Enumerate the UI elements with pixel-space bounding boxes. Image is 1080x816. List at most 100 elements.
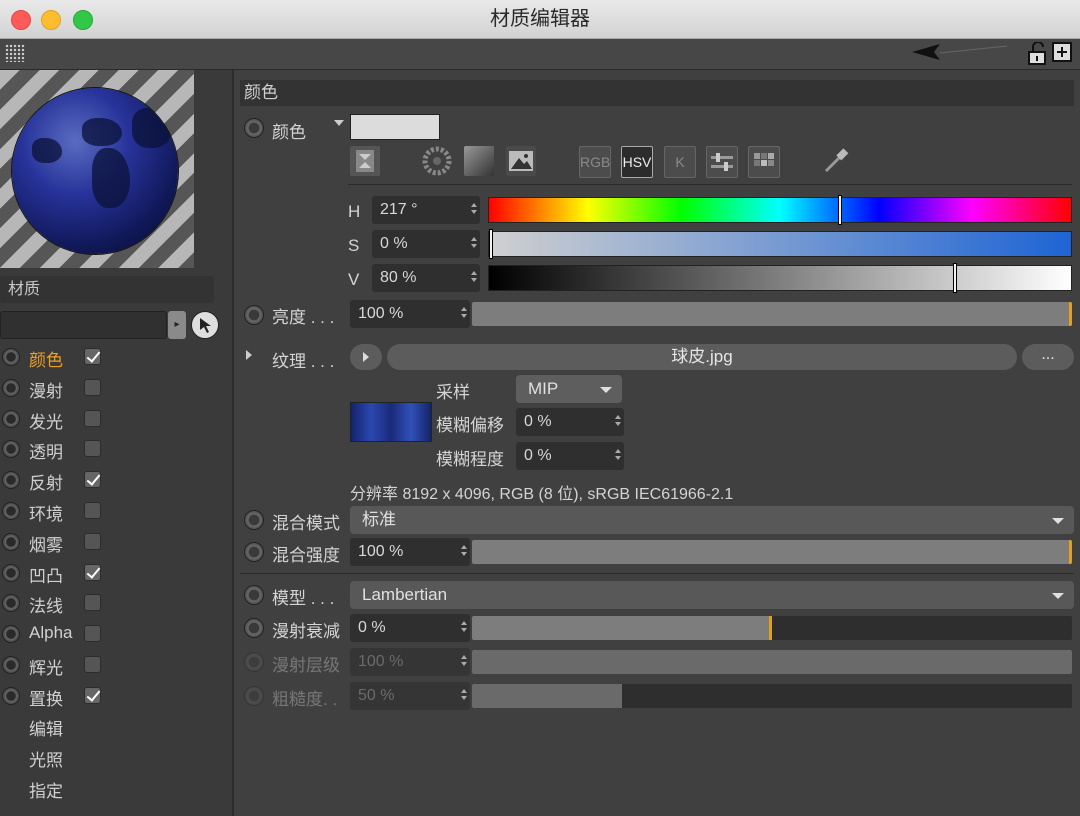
eyedropper-icon[interactable] (821, 146, 851, 176)
h-label: H (348, 202, 361, 221)
channel-item[interactable]: 环境 (0, 497, 232, 525)
channel-radio[interactable] (2, 656, 20, 674)
channel-item[interactable]: 透明 (0, 435, 232, 463)
mix-mode-dropdown[interactable]: 标准 (350, 506, 1074, 534)
texture-browse-button[interactable]: ... (1022, 344, 1074, 370)
channel-checkbox[interactable] (84, 471, 101, 489)
material-name-label: 材质 (0, 276, 214, 303)
texture-file-button[interactable]: 球皮.jpg (387, 344, 1017, 370)
channel-checkbox[interactable] (84, 625, 101, 643)
model-radio[interactable] (244, 585, 264, 605)
channel-item[interactable]: 凹凸 (0, 559, 232, 587)
channel-item[interactable]: 法线 (0, 589, 232, 617)
blur-offset-field[interactable]: 0 % (516, 408, 624, 436)
texture-label: 纹理 . . . (272, 352, 335, 371)
material-filter-input[interactable] (0, 311, 167, 339)
hue-slider-knob[interactable] (837, 195, 842, 225)
hue-slider[interactable] (488, 195, 1072, 225)
s-value-field[interactable]: 0 % (372, 230, 480, 258)
channel-checkbox[interactable] (84, 686, 101, 704)
channel-item[interactable]: 颜色 (0, 343, 232, 371)
color-radio[interactable] (244, 118, 264, 138)
back-arrow-icon[interactable] (912, 44, 1012, 64)
diffuse-falloff-field[interactable]: 0 % (350, 614, 470, 642)
channel-item[interactable]: 反射 (0, 466, 232, 494)
h-value-field[interactable]: 217 ° (372, 196, 480, 224)
rgb-mode-button[interactable]: RGB (579, 146, 611, 178)
gradient-square-icon[interactable] (464, 146, 494, 176)
unlock-icon[interactable] (1026, 42, 1048, 66)
diffuse-falloff-label: 漫射衰减 (272, 622, 340, 641)
sidebar-extra-edit[interactable]: 编辑 (29, 715, 63, 740)
channel-radio[interactable] (2, 686, 20, 705)
channel-checkbox[interactable] (84, 502, 101, 519)
saturation-slider-knob[interactable] (489, 229, 493, 259)
channel-radio[interactable] (2, 563, 20, 582)
channel-item[interactable]: 置换 (0, 682, 232, 710)
channel-item[interactable]: 漫射 (0, 374, 232, 402)
v-value-field[interactable]: 80 % (372, 264, 480, 292)
diffuse-falloff-slider[interactable] (472, 616, 1072, 640)
channel-checkbox[interactable] (84, 348, 101, 365)
channel-radio[interactable] (2, 378, 20, 397)
channel-item[interactable]: 烟雾 (0, 528, 232, 556)
hsv-mode-button[interactable]: HSV (621, 146, 653, 178)
kelvin-mode-button[interactable]: K (664, 146, 696, 178)
channel-checkbox[interactable] (84, 409, 101, 427)
saturation-slider[interactable] (488, 229, 1072, 259)
image-picture-icon[interactable] (506, 146, 536, 176)
mix-strength-slider[interactable] (472, 540, 1072, 564)
color-dropdown-icon[interactable] (334, 120, 344, 126)
channel-radio[interactable] (2, 409, 20, 428)
sidebar-extra-lighting[interactable]: 光照 (29, 746, 63, 771)
blur-scale-field[interactable]: 0 % (516, 442, 624, 470)
grip-icon[interactable] (5, 44, 25, 62)
channel-label: 颜色 (29, 351, 63, 370)
value-slider-knob[interactable] (952, 263, 957, 293)
diffuse-falloff-radio[interactable] (244, 618, 264, 638)
mix-strength-radio[interactable] (244, 542, 264, 562)
channel-radio[interactable] (2, 625, 20, 644)
channel-checkbox[interactable] (84, 532, 101, 550)
channel-checkbox[interactable] (84, 656, 101, 673)
brightness-radio[interactable] (244, 305, 264, 325)
channel-item[interactable]: Alpha (0, 620, 232, 648)
brightness-slider[interactable] (472, 302, 1072, 326)
model-dropdown[interactable]: Lambertian (350, 581, 1074, 609)
channel-radio[interactable] (2, 471, 20, 490)
channel-checkbox[interactable] (84, 440, 101, 458)
color-wheel-icon[interactable] (422, 146, 452, 176)
channel-checkbox[interactable] (84, 594, 101, 612)
color-swatch[interactable] (350, 114, 440, 140)
sampling-dropdown[interactable]: MIP (516, 375, 622, 403)
mix-mode-radio[interactable] (244, 510, 264, 530)
texture-expand-icon[interactable] (246, 350, 252, 360)
channel-radio[interactable] (2, 532, 20, 551)
texture-thumbnail-image[interactable] (350, 402, 432, 442)
channel-radio[interactable] (2, 594, 20, 613)
sidebar-extra-assign[interactable]: 指定 (29, 777, 63, 802)
diffuse-level-field: 100 % (350, 648, 470, 676)
material-preview[interactable] (0, 70, 194, 268)
brightness-field[interactable]: 100 % (350, 300, 470, 328)
channel-checkbox[interactable] (84, 378, 101, 396)
new-window-icon[interactable] (1052, 42, 1072, 62)
spectrum-icon[interactable] (350, 146, 380, 176)
channel-radio[interactable] (2, 502, 20, 520)
channel-item[interactable]: 辉光 (0, 651, 232, 679)
mixer-icon[interactable] (706, 146, 738, 178)
swatches-icon[interactable] (748, 146, 780, 178)
model-value-text: Lambertian (362, 585, 448, 604)
h-value-text: 217 ° (380, 201, 418, 218)
diffuse-falloff-value-text: 0 % (358, 619, 386, 636)
channel-radio[interactable] (2, 440, 20, 459)
channel-item[interactable]: 发光 (0, 405, 232, 433)
filter-arrow-button[interactable]: ▸ (168, 311, 186, 339)
texture-menu-button[interactable] (350, 344, 382, 370)
pick-cursor-icon[interactable] (191, 311, 219, 339)
blur-scale-value-text: 0 % (524, 447, 552, 464)
channel-checkbox[interactable] (84, 563, 101, 581)
channel-radio[interactable] (2, 348, 20, 366)
mix-strength-field[interactable]: 100 % (350, 538, 470, 566)
value-slider[interactable] (488, 263, 1072, 293)
